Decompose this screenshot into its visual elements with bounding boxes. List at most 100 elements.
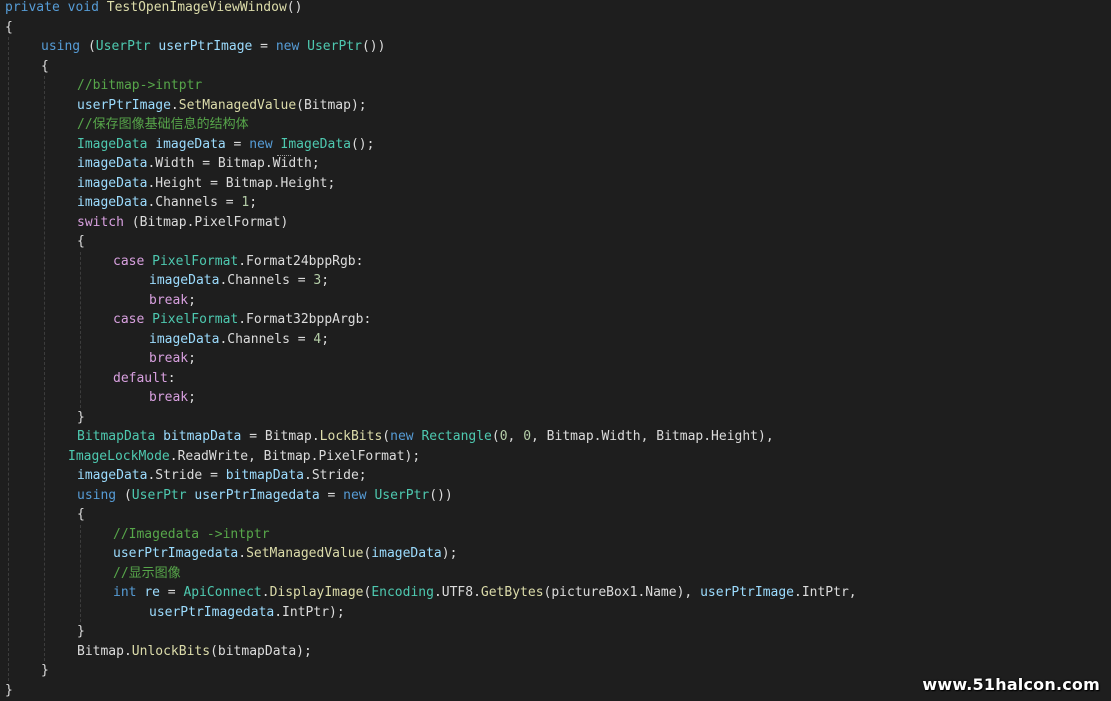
token-identifier: bitmapData — [163, 429, 242, 444]
token-number: 0 — [499, 429, 508, 444]
token-type: ApiConnect — [183, 585, 262, 600]
token-plain: { — [5, 19, 13, 35]
token-type: BitmapData — [77, 429, 156, 444]
code-line: imageData.Width = Bitmap.Width; — [77, 154, 1111, 174]
token-plain: (bitmapData); — [210, 643, 312, 659]
token-identifier: userPtrImage — [158, 39, 253, 54]
token-identifier: imageData — [77, 468, 148, 483]
token-control-keyword: case — [113, 253, 145, 269]
code-line: ImageLockMode.ReadWrite, Bitmap.PixelFor… — [68, 447, 1111, 467]
code-line: switch (Bitmap.PixelFormat) — [77, 213, 1111, 233]
token-type: UserPtr — [95, 39, 151, 54]
token-identifier: userPtrImagedata — [149, 604, 275, 620]
code-line: //Imagedata ->intptr — [113, 525, 1111, 545]
code-line: { — [77, 505, 1111, 525]
token-plain: , — [507, 429, 524, 444]
token-identifier: imageData — [149, 331, 220, 347]
code-line: } — [77, 622, 1111, 642]
code-line: userPtrImage.SetManagedValue(Bitmap); — [77, 96, 1111, 116]
token-type: Encoding — [371, 585, 434, 600]
code-line: imageData.Height = Bitmap.Height; — [77, 174, 1111, 194]
code-line: break; — [149, 291, 1111, 311]
token-keyword: new — [343, 487, 367, 503]
token-type: UserPtr — [307, 39, 362, 54]
token-type: UserPtr — [374, 487, 430, 503]
token-identifier: userPtrImage — [700, 585, 794, 600]
token-plain: = — [252, 39, 276, 54]
token-type: PixelFormat — [152, 312, 239, 327]
code-line: { — [41, 57, 1111, 77]
token-plain: ; — [188, 390, 196, 405]
token-plain: { — [77, 234, 85, 249]
token-identifier: userPtrImage — [77, 97, 171, 113]
code-line: } — [77, 408, 1111, 428]
token-method: GetBytes — [480, 585, 544, 600]
code-line: private void TestOpenImageViewWindow() — [5, 0, 1111, 18]
token-plain: Bitmap. — [77, 643, 132, 659]
token-type: PixelFormat — [152, 253, 239, 269]
token-plain: . — [261, 585, 270, 600]
token-plain: (Bitmap); — [296, 97, 367, 113]
token-control-keyword: break — [149, 351, 189, 366]
token-plain: .IntPtr); — [274, 604, 345, 620]
code-line: { — [5, 18, 1111, 38]
token-plain: } — [5, 682, 13, 698]
token-plain: ; — [249, 195, 258, 210]
token-plain: } — [77, 624, 85, 639]
token-plain: ()) — [429, 487, 453, 503]
token-plain: .Stride; — [304, 468, 367, 483]
token-comment: //保存图像基础信息的结构体 — [77, 117, 249, 132]
token-plain: .Stride = — [147, 468, 226, 483]
token-plain: .Channels = — [147, 195, 242, 210]
token-keyword: new — [275, 39, 300, 54]
token-plain: = — [319, 487, 344, 503]
code-line: int re = ApiConnect.DisplayImage(Encodin… — [113, 583, 1111, 603]
token-type: ImageData — [77, 136, 148, 152]
code-line: break; — [149, 388, 1111, 408]
token-control-keyword: break — [149, 292, 189, 308]
token-method: UnlockBits — [131, 643, 211, 659]
token-identifier: imageData — [77, 175, 148, 191]
code-line: default: — [113, 369, 1111, 389]
code-line: Bitmap.UnlockBits(bitmapData); — [77, 642, 1111, 662]
token-plain: , Bitmap.Width, Bitmap.Height), — [531, 429, 774, 444]
token-plain: .Width = Bitmap.Width; — [147, 156, 320, 171]
token-plain: .Format24bppRgb: — [238, 253, 364, 269]
code-line: //bitmap->intptr — [77, 76, 1111, 96]
token-plain: .UTF8. — [433, 585, 481, 600]
token-plain: = — [225, 136, 250, 152]
token-identifier: imageData — [77, 156, 148, 171]
site-watermark: www.51halcon.com — [922, 675, 1100, 694]
code-line: userPtrImagedata.IntPtr); — [149, 603, 1111, 623]
token-type: Rectangle — [421, 429, 492, 444]
token-identifier: imageData — [371, 546, 442, 561]
token-control-keyword: break — [149, 390, 189, 405]
code-editor[interactable]: private void TestOpenImageViewWindow(){u… — [0, 0, 1111, 701]
token-method: SetManagedValue — [178, 97, 297, 113]
code-line: imageData.Stride = bitmapData.Stride; — [77, 466, 1111, 486]
token-identifier: re — [144, 585, 160, 600]
token-plain: .Channels = — [219, 331, 314, 347]
token-method: LockBits — [319, 429, 383, 444]
token-identifier: imageData — [77, 195, 148, 210]
token-plain: ( — [80, 39, 96, 54]
token-identifier: imageData — [155, 136, 226, 152]
code-line: ImageData imageData = new ImageData(); — [77, 135, 1111, 155]
token-plain: } — [41, 663, 49, 678]
token-type: ImageData — [280, 136, 351, 152]
token-type: ImageLockMode — [68, 448, 170, 464]
token-control-keyword: default — [113, 370, 168, 386]
token-plain: .Channels = — [219, 273, 314, 288]
code-line: imageData.Channels = 4; — [149, 330, 1111, 350]
token-comment: //Imagedata ->intptr — [113, 526, 270, 542]
token-identifier: bitmapData — [225, 468, 305, 483]
token-plain: ; — [188, 351, 196, 366]
code-line: userPtrImagedata.SetManagedValue(imageDa… — [113, 544, 1111, 564]
token-keyword: int — [113, 585, 137, 600]
token-plain: = — [159, 585, 184, 600]
token-plain: (); — [350, 136, 375, 152]
